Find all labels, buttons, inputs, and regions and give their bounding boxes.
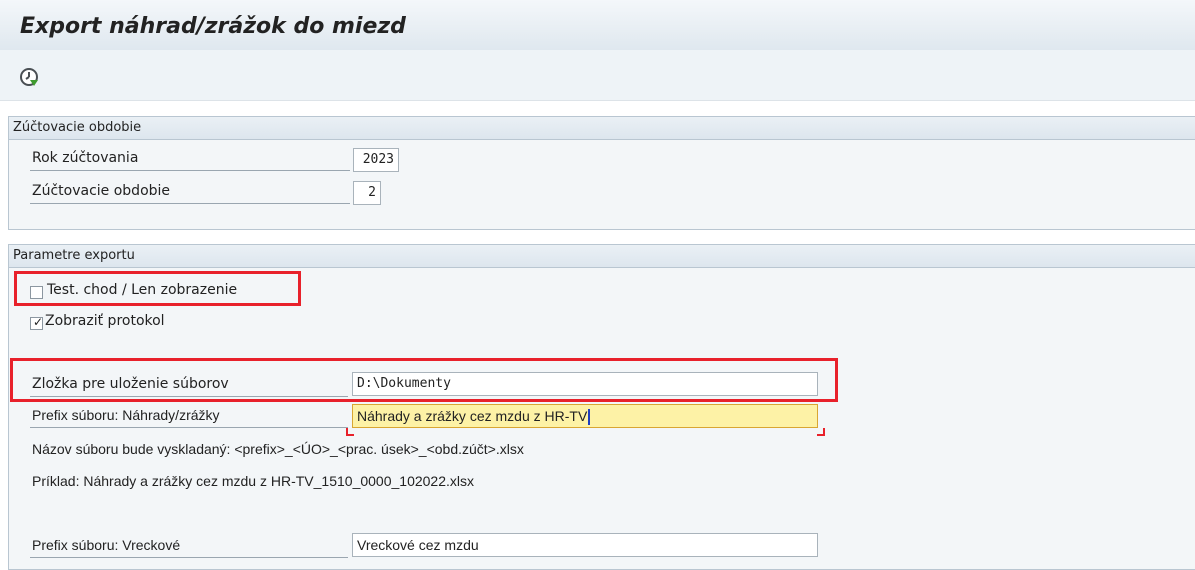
text-cursor bbox=[588, 409, 591, 426]
checkmark-icon: ✓ bbox=[33, 315, 44, 329]
focus-corner bbox=[817, 428, 825, 436]
focus-corner bbox=[346, 428, 354, 436]
group-title: Zúčtovacie obdobie bbox=[13, 120, 142, 135]
folder-field[interactable]: D:\Dokumenty bbox=[352, 372, 818, 396]
group-header: Zúčtovacie obdobie bbox=[9, 117, 1195, 140]
application-toolbar bbox=[0, 50, 1195, 101]
test-run-label: Test. chod / Len zobrazenie bbox=[47, 282, 238, 298]
prefix-field[interactable]: Náhrady a zrážky cez mzdu z HR-TV bbox=[352, 404, 818, 428]
test-run-checkbox[interactable] bbox=[30, 286, 43, 299]
filename-example-info: Príklad: Náhrady a zrážky cez mzdu z HR-… bbox=[32, 473, 474, 489]
group-header: Parametre exportu bbox=[9, 245, 1195, 268]
year-label-underline bbox=[30, 170, 350, 171]
year-field[interactable]: 2023 bbox=[353, 148, 399, 172]
pocket-prefix-label: Prefix súboru: Vreckové bbox=[32, 537, 181, 553]
group-title: Parametre exportu bbox=[13, 248, 135, 263]
execute-clock-icon[interactable] bbox=[18, 66, 40, 88]
period-label-underline bbox=[30, 203, 350, 204]
folder-label: Zložka pre uloženie súborov bbox=[32, 376, 229, 392]
filename-format-info: Názov súboru bude vyskladaný: <prefix>_<… bbox=[32, 441, 524, 457]
year-label: Rok zúčtovania bbox=[32, 150, 139, 166]
show-protocol-checkbox[interactable]: ✓ bbox=[30, 315, 44, 330]
prefix-label-underline bbox=[30, 427, 348, 428]
period-field[interactable]: 2 bbox=[353, 181, 381, 205]
pocket-prefix-field[interactable]: Vreckové cez mzdu bbox=[352, 533, 818, 557]
pocket-label-underline bbox=[30, 557, 348, 558]
show-protocol-label: Zobraziť protokol bbox=[45, 313, 165, 329]
group-accounting-period: Zúčtovacie obdobie bbox=[8, 116, 1195, 230]
folder-label-underline bbox=[30, 396, 348, 397]
page-title: Export náhrad/zrážok do miezd bbox=[20, 14, 406, 39]
title-bar: Export náhrad/zrážok do miezd bbox=[0, 0, 1195, 50]
prefix-label: Prefix súboru: Náhrady/zrážky bbox=[32, 407, 220, 423]
period-label: Zúčtovacie obdobie bbox=[32, 183, 171, 199]
prefix-field-value: Náhrady a zrážky cez mzdu z HR-TV bbox=[357, 408, 588, 424]
